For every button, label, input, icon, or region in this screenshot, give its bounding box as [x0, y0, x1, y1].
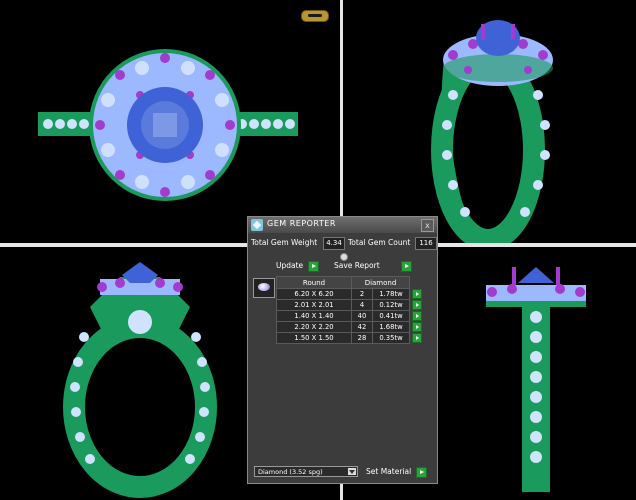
ring-perspective-view	[431, 20, 553, 243]
panel-title: GEM REPORTER	[267, 219, 336, 228]
gem-weight: 0.35tw	[372, 332, 410, 344]
gem-icon	[251, 219, 263, 231]
ring-front-view	[63, 262, 217, 498]
logo-badge	[301, 10, 329, 22]
round-gem-thumbnail[interactable]	[253, 278, 275, 298]
gem-table: Round Diamond 6.20 X 6.20 2 1.78tw 2.01 …	[276, 276, 423, 344]
table-header-row: Round Diamond	[276, 276, 423, 289]
update-button[interactable]: Update	[276, 260, 303, 271]
material-select-value: Diamond (3.52 spg)	[258, 468, 323, 476]
row-go-button[interactable]	[409, 288, 423, 300]
gem-weight: 1.68tw	[372, 321, 410, 333]
viewport-top[interactable]	[0, 0, 340, 243]
row-go-button[interactable]	[409, 299, 423, 311]
gem-count: 40	[351, 310, 373, 322]
play-icon	[412, 310, 422, 321]
table-row[interactable]: 6.20 X 6.20 2 1.78tw	[276, 288, 423, 300]
viewport-front[interactable]	[0, 247, 247, 500]
gem-weight: 1.78tw	[372, 288, 410, 300]
total-gem-count-value: 116	[415, 237, 437, 250]
table-row[interactable]: 2.20 X 2.20 42 1.68tw	[276, 321, 423, 333]
save-report-button[interactable]: Save Report	[334, 260, 380, 271]
set-material-button[interactable]: Set Material	[366, 466, 411, 477]
chevron-down-icon[interactable]	[348, 468, 356, 475]
gem-count: 2	[351, 288, 373, 300]
play-icon	[412, 299, 422, 310]
total-gem-count-label: Total Gem Count	[348, 238, 411, 247]
gem-count: 28	[351, 332, 373, 344]
panel-title-bar[interactable]: GEM REPORTER x	[248, 217, 437, 233]
material-select[interactable]: Diamond (3.52 spg)	[254, 466, 358, 477]
update-go-icon[interactable]	[308, 261, 319, 272]
table-row[interactable]: 2.01 X 2.01 4 0.12tw	[276, 299, 423, 311]
play-icon	[412, 332, 422, 343]
column-header-shape: Round	[276, 276, 352, 289]
row-go-button[interactable]	[409, 332, 423, 344]
set-material-go-icon[interactable]	[416, 467, 427, 478]
row-go-button[interactable]	[409, 310, 423, 322]
gem-weight: 0.12tw	[372, 299, 410, 311]
play-icon	[412, 321, 422, 332]
gem-size: 2.20 X 2.20	[276, 321, 352, 333]
gem-size: 1.40 X 1.40	[276, 310, 352, 322]
gem-count: 4	[351, 299, 373, 311]
total-gem-weight-label: Total Gem Weight	[251, 238, 318, 247]
gem-size: 2.01 X 2.01	[276, 299, 352, 311]
close-button[interactable]: x	[421, 219, 434, 232]
ring-side-view	[486, 267, 586, 492]
play-icon	[412, 288, 422, 299]
viewport-perspective[interactable]	[343, 0, 636, 243]
viewport-side[interactable]	[440, 247, 636, 500]
gem-count: 42	[351, 321, 373, 333]
row-go-button[interactable]	[409, 321, 423, 333]
table-row[interactable]: 1.40 X 1.40 40 0.41tw	[276, 310, 423, 322]
totals-row: Total Gem Weight 4.34 Total Gem Count 11…	[251, 237, 437, 250]
ring-top-view	[38, 49, 298, 201]
gem-reporter-panel: GEM REPORTER x Total Gem Weight 4.34 Tot…	[247, 216, 438, 484]
save-report-go-icon[interactable]	[401, 261, 412, 272]
total-gem-weight-value: 4.34	[323, 237, 345, 250]
gem-weight: 0.41tw	[372, 310, 410, 322]
gem-size: 1.50 X 1.50	[276, 332, 352, 344]
table-row[interactable]: 1.50 X 1.50 28 0.35tw	[276, 332, 423, 344]
gem-size: 6.20 X 6.20	[276, 288, 352, 300]
column-header-material: Diamond	[351, 276, 410, 289]
